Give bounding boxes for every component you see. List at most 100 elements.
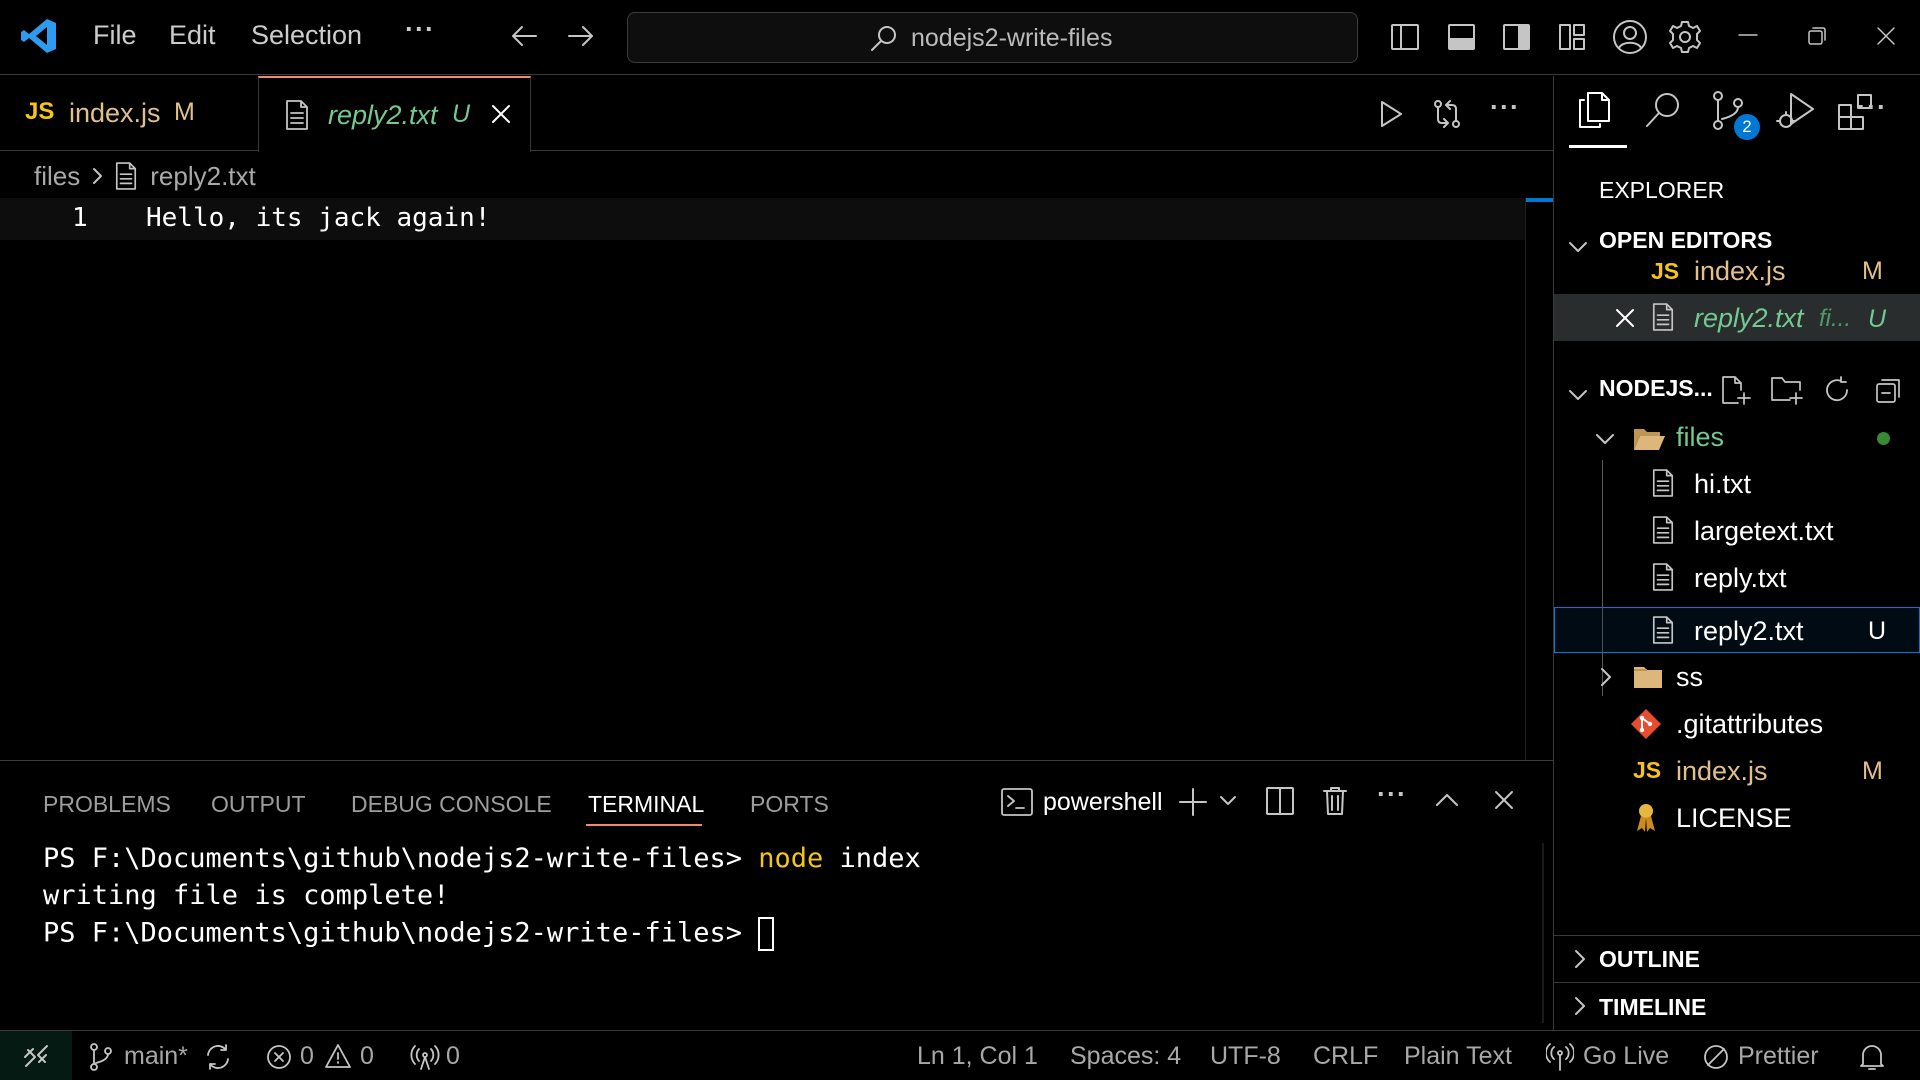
command-center-label: nodejs2-write-files	[911, 24, 1113, 52]
indentation[interactable]: Spaces: 4	[1070, 1042, 1181, 1071]
warning-icon[interactable]	[324, 1043, 352, 1069]
breadcrumb-file[interactable]: reply2.txt	[150, 161, 256, 192]
run-and-debug-icon[interactable]	[1775, 90, 1817, 132]
toggle-primary-sidebar-icon[interactable]	[1390, 22, 1420, 52]
open-changes-icon[interactable]	[1430, 97, 1464, 131]
chevron-right-icon[interactable]	[1572, 995, 1588, 1017]
encoding[interactable]: UTF-8	[1210, 1042, 1281, 1071]
terminal-scrollbar[interactable]	[1542, 843, 1544, 1023]
go-live-label[interactable]: Go Live	[1583, 1042, 1669, 1071]
menu-selection[interactable]: Selection	[251, 20, 362, 51]
tab-label: reply2.txt	[328, 100, 438, 130]
collapse-all-icon[interactable]	[1874, 375, 1904, 405]
remote-icon	[22, 1043, 50, 1069]
menu-edit[interactable]: Edit	[169, 20, 216, 51]
close-editor-icon[interactable]	[1614, 307, 1636, 329]
git-branch-label[interactable]: main*	[124, 1042, 188, 1071]
panel-tab-ports[interactable]: PORTS	[750, 791, 829, 818]
editor-line-text[interactable]: Hello, its jack again!	[146, 203, 490, 233]
minimize-icon[interactable]	[1736, 23, 1760, 47]
breadcrumb: files reply2.txt	[34, 158, 256, 194]
toggle-secondary-sidebar-icon[interactable]	[1501, 22, 1531, 52]
javascript-icon: JS	[25, 98, 55, 125]
menu-more-icon[interactable]: ···	[405, 14, 435, 45]
close-window-icon[interactable]	[1874, 24, 1898, 48]
open-editor-label: reply2.txt	[1694, 303, 1804, 333]
maximize-panel-chevron-up-icon[interactable]	[1434, 790, 1460, 810]
warning-count[interactable]: 0	[360, 1042, 374, 1071]
notifications-bell-icon[interactable]	[1859, 1042, 1885, 1072]
run-file-icon[interactable]	[1376, 98, 1406, 130]
go-live-broadcast-icon[interactable]	[1546, 1042, 1574, 1072]
restore-icon[interactable]	[1806, 25, 1828, 47]
terminal-shell-icon	[1000, 785, 1034, 819]
panel-tab-debug-console[interactable]: DEBUG CONSOLE	[351, 791, 552, 818]
project-header[interactable]: NODEJS...	[1599, 375, 1713, 402]
open-editor-index-js[interactable]: JS index.js M	[1554, 250, 1920, 294]
panel-tab-problems[interactable]: PROBLEMS	[43, 791, 171, 818]
tree-item-reply2-txt-selected[interactable]: reply2.txt U	[1554, 607, 1920, 653]
tree-item-largetext-txt[interactable]: largetext.txt	[1554, 507, 1920, 554]
panel-more-icon[interactable]: ···	[1377, 779, 1407, 810]
chevron-down-icon[interactable]	[1218, 793, 1238, 809]
forward-arrow-icon[interactable]	[565, 20, 597, 52]
javascript-icon: JS	[1651, 258, 1680, 284]
language-mode[interactable]: Plain Text	[1404, 1042, 1512, 1071]
panel-tab-output[interactable]: OUTPUT	[211, 791, 306, 818]
command-center-search[interactable]: nodejs2-write-files	[627, 12, 1358, 63]
tree-item-hi-txt[interactable]: hi.txt	[1554, 460, 1920, 507]
menu-file[interactable]: File	[93, 20, 137, 51]
scrollbar-cursor-marker	[1525, 198, 1553, 202]
outline-header[interactable]: OUTLINE	[1599, 946, 1700, 973]
open-editor-reply2-txt[interactable]: reply2.txt fi... U	[1554, 294, 1920, 341]
panel-tab-terminal[interactable]: TERMINAL	[588, 791, 704, 818]
settings-gear-icon[interactable]	[1667, 19, 1703, 55]
tree-item-reply-txt[interactable]: reply.txt	[1554, 554, 1920, 601]
end-of-line[interactable]: CRLF	[1313, 1042, 1378, 1071]
text-file-icon	[1651, 615, 1675, 645]
chevron-down-icon[interactable]	[1567, 387, 1589, 403]
terminal-line[interactable]: PS F:\Documents\github\nodejs2-write-fil…	[43, 843, 921, 874]
ports-broadcast-icon[interactable]	[410, 1043, 440, 1071]
explorer-more-icon[interactable]: ···	[1857, 92, 1887, 123]
account-icon[interactable]	[1612, 19, 1648, 55]
new-terminal-plus-icon[interactable]	[1177, 786, 1209, 818]
trash-icon[interactable]	[1321, 785, 1349, 817]
new-file-icon[interactable]	[1720, 374, 1752, 406]
timeline-header[interactable]: TIMELINE	[1599, 994, 1706, 1021]
error-count[interactable]: 0	[300, 1042, 314, 1071]
tree-item-gitattributes[interactable]: .gitattributes	[1554, 700, 1920, 747]
license-ribbon-icon	[1634, 802, 1658, 834]
sync-icon[interactable]	[204, 1043, 232, 1071]
back-arrow-icon[interactable]	[508, 20, 540, 52]
cursor-position[interactable]: Ln 1, Col 1	[917, 1042, 1038, 1071]
toggle-panel-icon[interactable]	[1446, 22, 1476, 52]
tree-item-ss-folder[interactable]: ss	[1554, 653, 1920, 700]
customize-layout-icon[interactable]	[1557, 22, 1587, 52]
breadcrumb-folder[interactable]: files	[34, 161, 80, 192]
search-icon[interactable]	[1643, 90, 1683, 130]
close-tab-icon[interactable]	[489, 102, 513, 126]
refresh-icon[interactable]	[1822, 375, 1852, 405]
new-folder-icon[interactable]	[1770, 374, 1806, 406]
prettier-label[interactable]: Prettier	[1738, 1042, 1819, 1071]
ports-count[interactable]: 0	[446, 1042, 460, 1071]
chevron-right-icon[interactable]	[1572, 948, 1588, 970]
remote-indicator[interactable]	[0, 1031, 72, 1080]
more-actions-icon[interactable]: ···	[1490, 92, 1520, 123]
explorer-files-icon[interactable]	[1575, 90, 1613, 130]
terminal-shell-name[interactable]: powershell	[1043, 788, 1163, 817]
terminal-prompt-line[interactable]: PS F:\Documents\github\nodejs2-write-fil…	[43, 917, 775, 951]
prettier-disabled-icon[interactable]	[1703, 1044, 1729, 1070]
tree-item-index-js[interactable]: JS index.js M	[1554, 747, 1920, 794]
error-icon[interactable]	[266, 1044, 292, 1070]
scrollbar-track[interactable]	[1525, 198, 1526, 760]
tree-item-license[interactable]: LICENSE	[1554, 794, 1920, 841]
tree-item-files-folder[interactable]: files	[1554, 416, 1920, 460]
tab-reply2-txt[interactable]: reply2.txt U	[258, 76, 531, 152]
tab-index-js[interactable]: JS index.js M	[0, 76, 258, 151]
split-terminal-icon[interactable]	[1265, 786, 1295, 816]
close-panel-icon[interactable]	[1492, 788, 1516, 812]
text-file-icon	[1651, 562, 1675, 592]
terminal-cursor	[758, 917, 775, 951]
